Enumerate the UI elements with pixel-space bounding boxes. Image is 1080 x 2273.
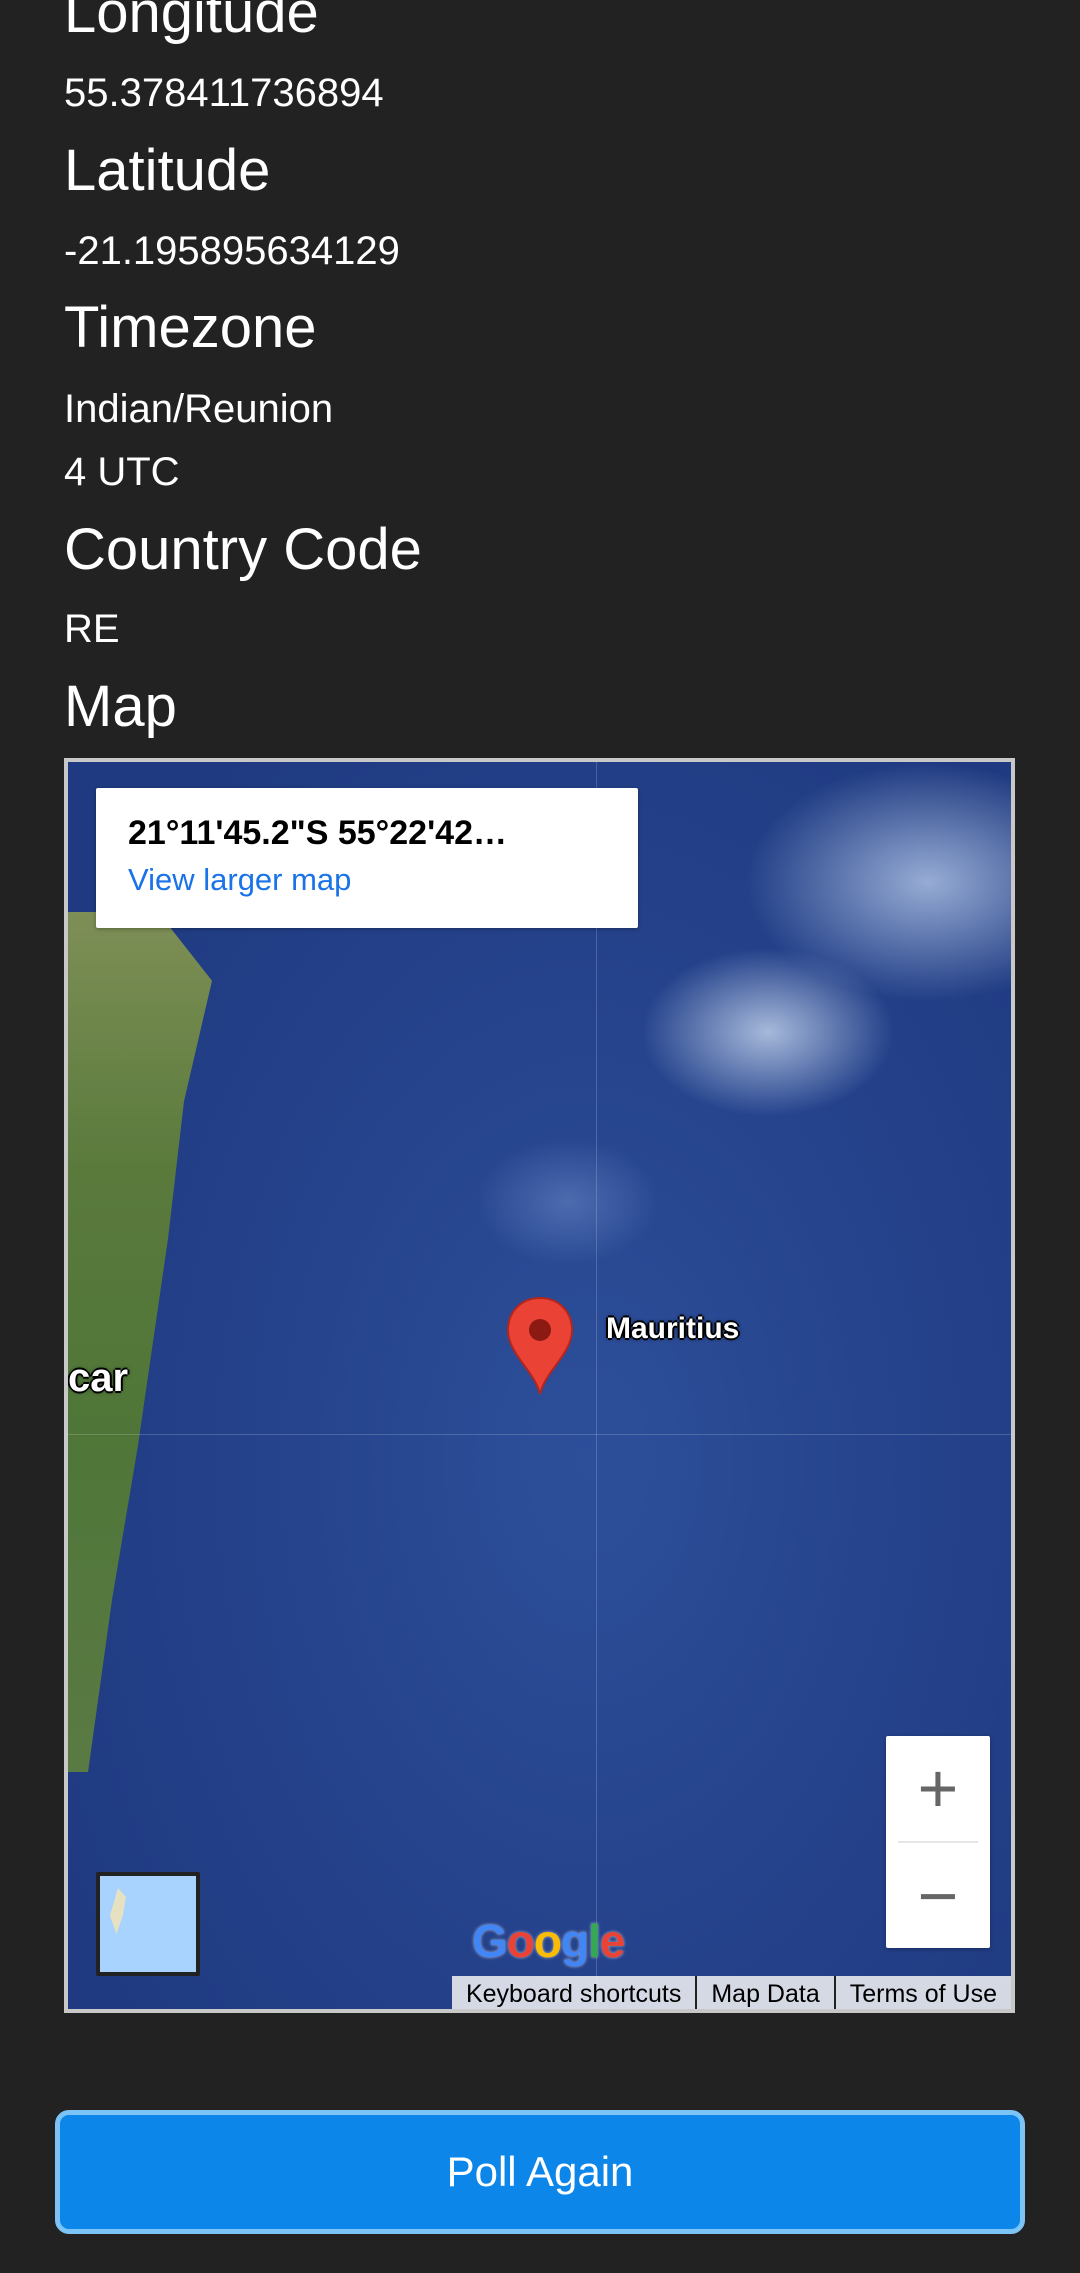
map-data-link[interactable]: Map Data: [695, 1976, 834, 2009]
terms-of-use-link[interactable]: Terms of Use: [833, 1976, 1011, 2009]
country-code-heading: Country Code: [64, 517, 422, 582]
google-logo: Google: [472, 1915, 625, 1967]
map-tile-seam-vertical: [596, 762, 597, 2009]
map-type-toggle[interactable]: [96, 1872, 200, 1976]
map-heading: Map: [64, 674, 177, 739]
map-attribution-bar: Keyboard shortcuts Map Data Terms of Use: [451, 1976, 1011, 2009]
map-label-madagascar: car: [68, 1356, 129, 1400]
timezone-offset: 4 UTC: [64, 450, 180, 494]
country-code-value: RE: [64, 607, 120, 651]
map-label-mauritius: Mauritius: [606, 1312, 740, 1345]
latitude-value: -21.195895634129: [64, 229, 400, 273]
map-tile-seam-horizontal: [68, 1434, 1011, 1435]
zoom-in-button[interactable]: +: [886, 1736, 990, 1840]
minimap-land: [110, 1888, 126, 1934]
latitude-heading: Latitude: [64, 138, 271, 203]
view-larger-map-link[interactable]: View larger map: [128, 860, 606, 900]
embedded-map[interactable]: 21°11'45.2"S 55°22'42… View larger map M…: [64, 758, 1015, 2013]
map-coordinates: 21°11'45.2"S 55°22'42…: [128, 814, 507, 852]
map-marker-icon[interactable]: [504, 1296, 576, 1396]
zoom-divider: [898, 1841, 978, 1843]
longitude-value: 55.378411736894: [64, 71, 384, 115]
timezone-name: Indian/Reunion: [64, 387, 334, 431]
poll-again-button[interactable]: Poll Again: [55, 2110, 1025, 2234]
timezone-heading: Timezone: [64, 295, 317, 360]
zoom-controls: + −: [886, 1736, 990, 1948]
keyboard-shortcuts-link[interactable]: Keyboard shortcuts: [451, 1976, 696, 2009]
madagascar-landmass: [68, 912, 212, 1772]
longitude-heading: Longitude: [64, 0, 319, 45]
map-info-card: 21°11'45.2"S 55°22'42… View larger map: [96, 788, 638, 928]
zoom-out-button[interactable]: −: [886, 1844, 990, 1948]
